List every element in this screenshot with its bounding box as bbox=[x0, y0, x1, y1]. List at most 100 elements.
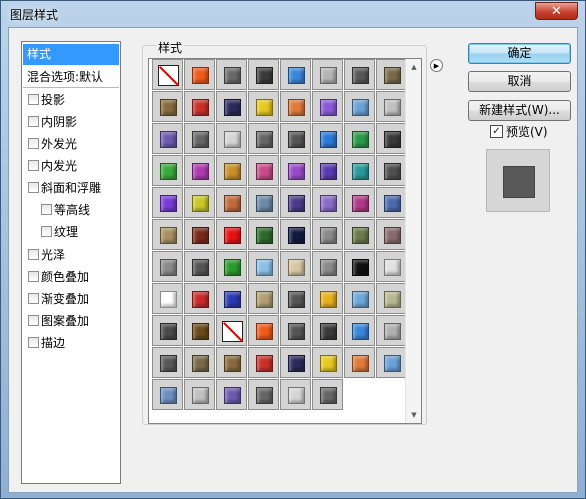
style-swatch[interactable] bbox=[376, 251, 407, 282]
close-button[interactable]: ✕ bbox=[535, 2, 578, 20]
style-swatch[interactable] bbox=[248, 187, 279, 218]
sidebar-item[interactable]: 纹理 bbox=[23, 222, 119, 243]
style-swatch[interactable] bbox=[152, 155, 183, 186]
sidebar-item-checkbox[interactable] bbox=[28, 182, 39, 193]
style-swatch[interactable] bbox=[280, 123, 311, 154]
style-swatch[interactable] bbox=[184, 123, 215, 154]
style-swatch[interactable] bbox=[216, 315, 247, 346]
style-swatch[interactable] bbox=[344, 219, 375, 250]
style-swatch[interactable] bbox=[152, 379, 183, 410]
style-swatch[interactable] bbox=[184, 315, 215, 346]
preview-checkbox[interactable]: ✓ bbox=[490, 125, 503, 138]
style-swatch[interactable] bbox=[152, 123, 183, 154]
new-style-button[interactable]: 新建样式(W)... bbox=[468, 100, 571, 121]
sidebar-item-checkbox[interactable] bbox=[41, 204, 52, 215]
style-swatch[interactable] bbox=[184, 251, 215, 282]
style-swatch[interactable] bbox=[184, 347, 215, 378]
sidebar-item-checkbox[interactable] bbox=[41, 226, 52, 237]
sidebar-item[interactable]: 光泽 bbox=[23, 245, 119, 266]
style-swatch[interactable] bbox=[152, 219, 183, 250]
sidebar-item-checkbox[interactable] bbox=[28, 315, 39, 326]
style-swatch[interactable] bbox=[312, 347, 343, 378]
style-swatch[interactable] bbox=[152, 59, 183, 90]
style-swatch[interactable] bbox=[184, 283, 215, 314]
style-swatch[interactable] bbox=[344, 315, 375, 346]
style-swatch[interactable] bbox=[344, 91, 375, 122]
style-swatch[interactable] bbox=[376, 315, 407, 346]
style-swatch[interactable] bbox=[376, 187, 407, 218]
style-swatch[interactable] bbox=[184, 155, 215, 186]
style-swatch[interactable] bbox=[152, 91, 183, 122]
style-swatch[interactable] bbox=[216, 219, 247, 250]
style-swatch[interactable] bbox=[376, 219, 407, 250]
style-swatch[interactable] bbox=[312, 91, 343, 122]
style-swatch[interactable] bbox=[152, 251, 183, 282]
style-swatch[interactable] bbox=[248, 315, 279, 346]
sidebar-item[interactable]: 样式 bbox=[23, 44, 119, 65]
sidebar-item-checkbox[interactable] bbox=[28, 293, 39, 304]
sidebar-item[interactable]: 描边 bbox=[23, 333, 119, 354]
sidebar-item[interactable]: 渐变叠加 bbox=[23, 289, 119, 310]
style-swatch[interactable] bbox=[248, 155, 279, 186]
style-swatch[interactable] bbox=[216, 283, 247, 314]
style-swatch[interactable] bbox=[248, 251, 279, 282]
sidebar-item-checkbox[interactable] bbox=[28, 337, 39, 348]
style-swatch[interactable] bbox=[280, 155, 311, 186]
title-bar[interactable]: 图层样式 ✕ bbox=[1, 1, 585, 27]
style-swatch[interactable] bbox=[280, 379, 311, 410]
style-swatch[interactable] bbox=[376, 123, 407, 154]
style-swatch[interactable] bbox=[216, 91, 247, 122]
style-swatch[interactable] bbox=[248, 219, 279, 250]
style-swatch[interactable] bbox=[152, 283, 183, 314]
style-swatch[interactable] bbox=[248, 123, 279, 154]
sidebar-item-checkbox[interactable] bbox=[28, 160, 39, 171]
style-swatch[interactable] bbox=[184, 187, 215, 218]
scroll-down-arrow-icon[interactable]: ▼ bbox=[406, 407, 421, 423]
style-swatch[interactable] bbox=[216, 59, 247, 90]
style-swatch[interactable] bbox=[280, 283, 311, 314]
style-swatch[interactable] bbox=[216, 379, 247, 410]
style-swatch[interactable] bbox=[376, 155, 407, 186]
style-swatch[interactable] bbox=[184, 59, 215, 90]
style-swatch[interactable] bbox=[312, 59, 343, 90]
cancel-button[interactable]: 取消 bbox=[468, 71, 571, 92]
sidebar-item[interactable]: 内阴影 bbox=[23, 112, 119, 133]
sidebar-item-checkbox[interactable] bbox=[28, 249, 39, 260]
style-swatch[interactable] bbox=[344, 251, 375, 282]
style-swatch[interactable] bbox=[248, 59, 279, 90]
style-swatch[interactable] bbox=[312, 251, 343, 282]
style-swatch[interactable] bbox=[152, 187, 183, 218]
style-swatch[interactable] bbox=[376, 91, 407, 122]
style-swatch[interactable] bbox=[280, 91, 311, 122]
sidebar-item-checkbox[interactable] bbox=[28, 116, 39, 127]
style-swatch[interactable] bbox=[312, 123, 343, 154]
style-swatch[interactable] bbox=[280, 315, 311, 346]
style-swatch[interactable] bbox=[280, 251, 311, 282]
style-swatch[interactable] bbox=[184, 91, 215, 122]
style-swatch[interactable] bbox=[280, 187, 311, 218]
style-swatch[interactable] bbox=[152, 347, 183, 378]
style-swatch[interactable] bbox=[344, 59, 375, 90]
style-swatch[interactable] bbox=[344, 123, 375, 154]
style-swatch[interactable] bbox=[248, 379, 279, 410]
style-swatch[interactable] bbox=[184, 219, 215, 250]
style-swatch[interactable] bbox=[216, 251, 247, 282]
style-swatch[interactable] bbox=[312, 155, 343, 186]
style-swatch[interactable] bbox=[376, 283, 407, 314]
panel-menu-arrow-icon[interactable]: ▶ bbox=[430, 59, 443, 72]
style-swatch[interactable] bbox=[344, 187, 375, 218]
style-swatch[interactable] bbox=[248, 283, 279, 314]
style-swatch[interactable] bbox=[248, 347, 279, 378]
style-swatch[interactable] bbox=[216, 123, 247, 154]
style-swatch[interactable] bbox=[312, 379, 343, 410]
style-swatch[interactable] bbox=[280, 59, 311, 90]
style-swatch[interactable] bbox=[344, 283, 375, 314]
style-swatch[interactable] bbox=[184, 379, 215, 410]
sidebar-item-checkbox[interactable] bbox=[28, 271, 39, 282]
sidebar-item-checkbox[interactable] bbox=[28, 94, 39, 105]
style-swatch[interactable] bbox=[152, 315, 183, 346]
vertical-scrollbar[interactable]: ▲ ▼ bbox=[405, 59, 421, 423]
style-swatch[interactable] bbox=[312, 187, 343, 218]
style-swatch[interactable] bbox=[312, 283, 343, 314]
style-swatch[interactable] bbox=[216, 347, 247, 378]
